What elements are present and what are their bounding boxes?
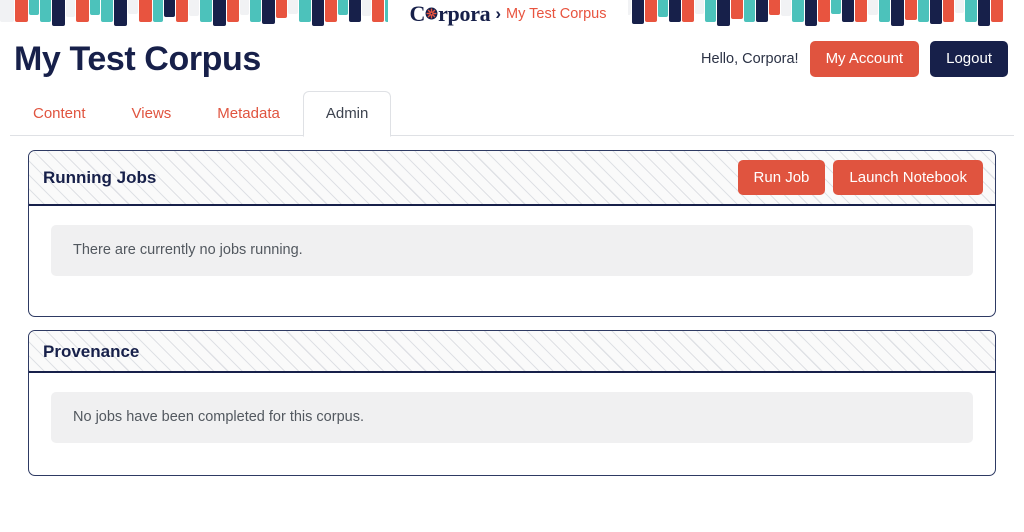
banner-bar [66,0,75,17]
tab-admin[interactable]: Admin [302,91,392,137]
banner-bar [645,0,657,22]
logo-letters-rpora: rpora [438,1,491,26]
panel-body: There are currently no jobs running. [29,206,995,316]
banner-bar [139,0,152,22]
banner-bar [930,0,942,24]
banner-bar [250,0,261,22]
panel-title: Provenance [43,341,140,361]
banner-bar [76,0,89,22]
banner-bar [0,0,14,22]
banner-bar [338,0,348,15]
banner-bar [200,0,212,22]
banner-bar [325,0,337,22]
logout-button[interactable]: Logout [930,41,1008,77]
panel-header: Provenance [29,331,995,373]
run-job-button[interactable]: Run Job [737,159,826,196]
banner-bar [262,0,275,24]
banner-bar [312,0,324,26]
banner-bar [781,0,791,16]
banner-bar [164,0,175,17]
banner-bar [965,0,977,22]
banner-bar [818,0,830,22]
banner-bar [756,0,768,22]
banner-bar [52,0,65,26]
banner-bar [669,0,681,22]
banner-bar [978,0,990,26]
banner-bar [879,0,890,22]
panel-title: Running Jobs [43,168,157,187]
banner-bar [276,0,287,18]
banner-bar [717,0,730,26]
page-title: My Test Corpus [14,40,261,78]
empty-state-message: No jobs have been completed for this cor… [51,392,973,443]
banner-bar [731,0,743,19]
banner-bar [705,0,716,22]
banner-bar [362,0,371,16]
my-account-button[interactable]: My Account [809,41,920,77]
banner-bar [114,0,127,26]
panel-provenance: Provenance No jobs have been completed fo… [28,330,996,476]
decorative-banner: C rpora › My Test Corpus [0,0,1024,28]
tab-metadata[interactable]: Metadata [194,93,303,136]
banner-bar [769,0,780,15]
page-header: My Test Corpus Hello, Corpora! My Accoun… [0,28,1024,90]
banner-bar [855,0,867,22]
banner-bar [40,0,51,22]
user-greeting: Hello, Corpora! [701,51,799,67]
banner-bar [943,0,954,22]
panel-header: Running Jobs Run Job Launch Notebook [29,151,995,206]
banner-bar [213,0,226,26]
banner-bar [658,0,668,17]
banner-bar [153,0,163,22]
banner-bar [682,0,694,22]
banner-bar [372,0,384,22]
corpora-logo[interactable]: C rpora [410,3,491,25]
launch-notebook-button[interactable]: Launch Notebook [833,159,983,196]
banner-bar [695,0,704,14]
banner-bar [349,0,361,22]
banner-bar [240,0,249,15]
banner-bar [891,0,904,26]
banner-bar [842,0,854,22]
breadcrumb-corpus-name[interactable]: My Test Corpus [506,7,606,22]
banner-bar [288,0,298,14]
banner-bar [189,0,199,16]
panel-header-actions: Run Job Launch Notebook [737,159,983,196]
logo-letter-c: C [409,1,426,26]
banner-bar [905,0,917,20]
tab-content[interactable]: Content [10,93,109,136]
banner-bar [632,0,644,24]
banner-bar [918,0,929,22]
banner-bar [955,0,964,13]
banner-bar [831,0,841,14]
banner-bar [299,0,311,22]
banner-bar [792,0,804,22]
banner-bar [868,0,878,15]
empty-state-message: There are currently no jobs running. [51,225,973,276]
panel-running-jobs: Running Jobs Run Job Launch Notebook There … [28,150,996,317]
banner-bar [744,0,755,22]
banner-bar [227,0,239,22]
banner-bar [128,0,138,14]
banner-bar [29,0,39,15]
banner-bar [90,0,100,15]
banner-bar [176,0,188,22]
corpus-tab-bar: Content Views Metadata Admin [10,90,1014,137]
breadcrumb-separator-icon: › [495,3,502,23]
tab-views[interactable]: Views [109,93,195,136]
admin-panels: Running Jobs Run Job Launch Notebook There … [0,136,1024,476]
panel-body: No jobs have been completed for this cor… [29,373,995,475]
logo-breadcrumb-area: C rpora › My Test Corpus [388,0,628,28]
banner-bar [101,0,113,22]
header-actions: Hello, Corpora! My Account Logout [701,41,1008,77]
banner-bar [805,0,817,26]
flower-asterisk-icon [425,7,438,20]
banner-bar [991,0,1003,22]
banner-bar [15,0,28,22]
